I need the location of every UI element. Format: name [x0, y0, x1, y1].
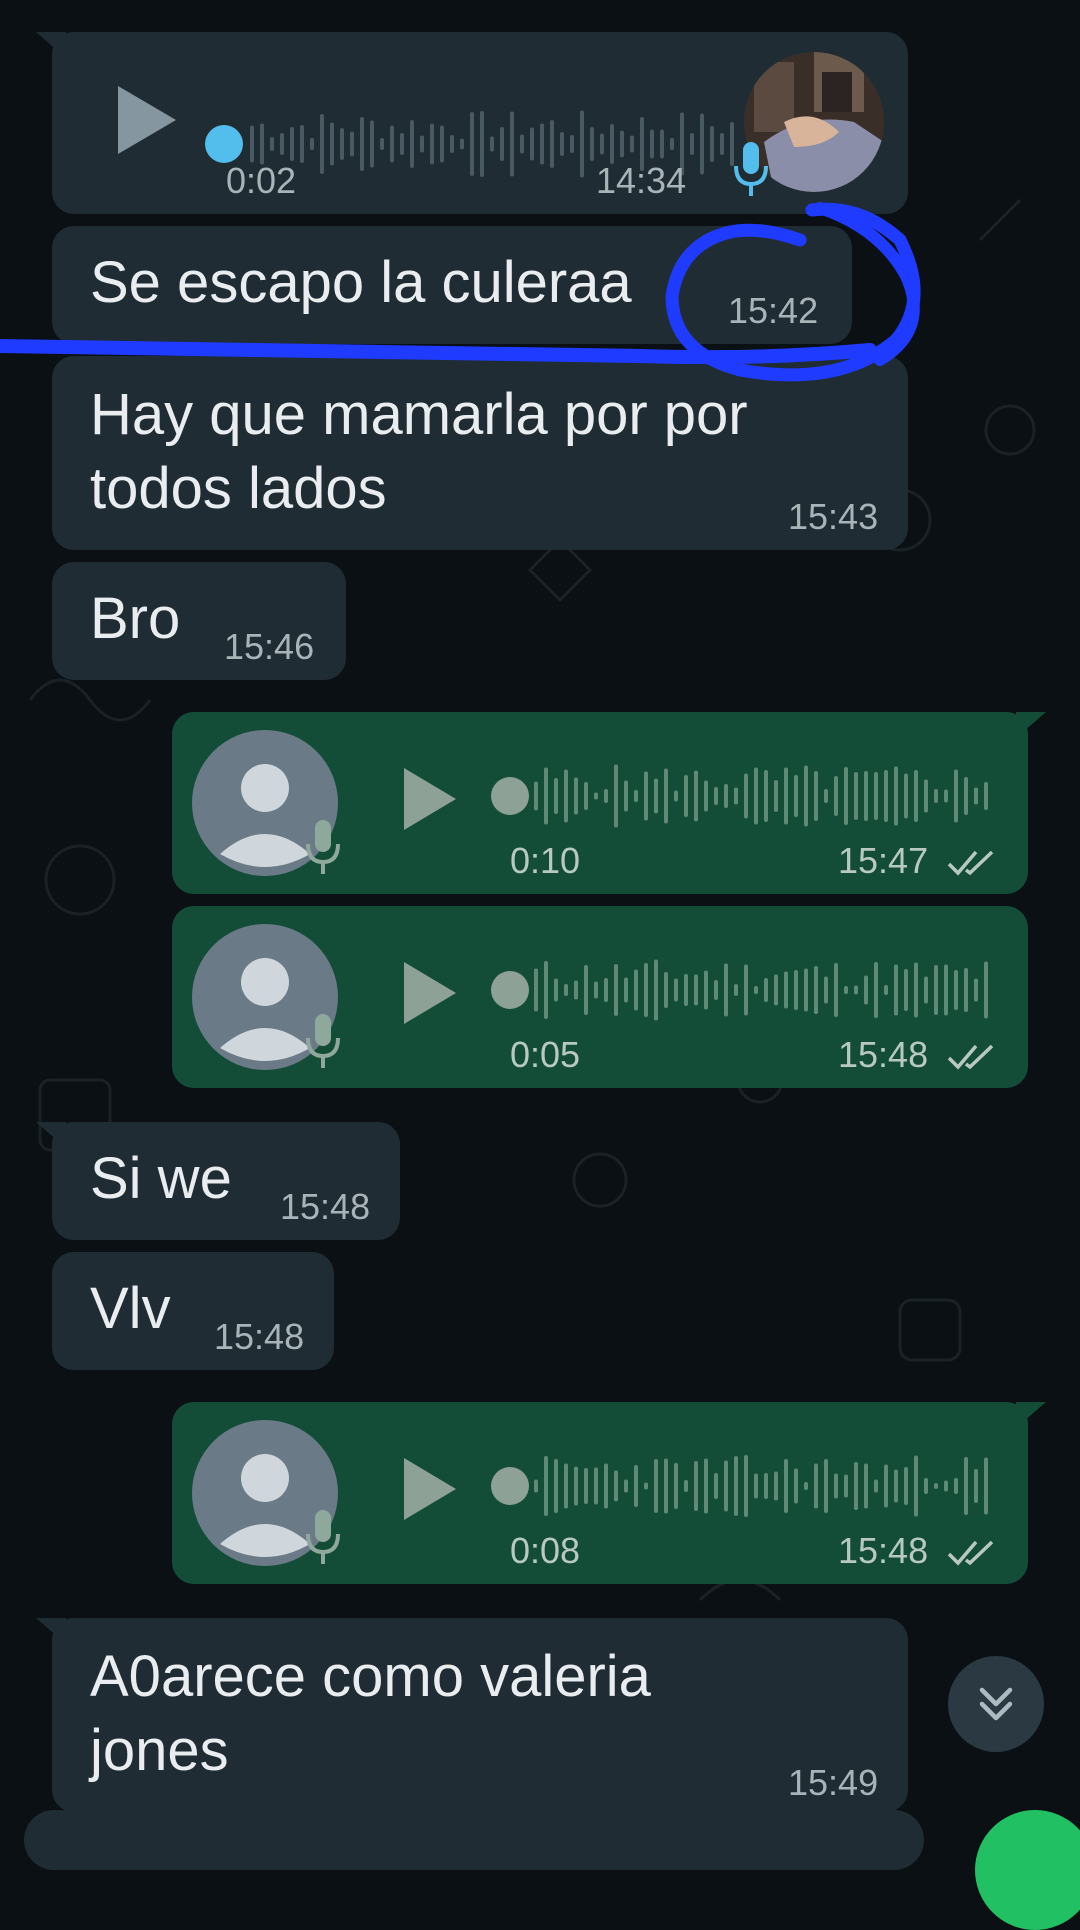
message-text: Si we: [90, 1146, 232, 1211]
message-time: 15:43: [788, 496, 879, 537]
play-icon[interactable]: [112, 80, 182, 160]
message-bubble-voice-outgoing[interactable]: 0:08 15:48: [172, 1402, 1046, 1584]
input-bar[interactable]: [24, 1810, 924, 1870]
message-bubble-text[interactable]: Si we 15:48: [36, 1122, 400, 1240]
message-time: 15:42: [728, 290, 819, 331]
message-time: 15:49: [788, 1762, 879, 1803]
message-bubble-voice-outgoing[interactable]: 0:10 15:47: [172, 712, 1046, 894]
bubble-tail: [36, 32, 66, 58]
voice-duration: 0:02: [226, 160, 297, 201]
message-bubble-text[interactable]: Se escapo la culeraa 15:42: [52, 226, 852, 344]
voice-duration: 0:10: [510, 840, 581, 881]
message-text-line-2: jones: [90, 1718, 229, 1783]
message-bubble-text[interactable]: A0arece como valeria jones 15:49: [36, 1618, 908, 1812]
voice-duration: 0:08: [510, 1530, 581, 1571]
mic-icon: [306, 1014, 340, 1068]
message-time: 15:48: [838, 1034, 929, 1075]
message-text-line-2: todos lados: [90, 456, 387, 521]
double-check-icon: [947, 1044, 994, 1070]
double-check-icon: [947, 850, 994, 876]
message-bubble-text[interactable]: Bro 15:46: [52, 562, 346, 680]
bubble-tail: [36, 1618, 66, 1644]
voice-duration: 0:05: [510, 1034, 581, 1075]
bubble-tail: [36, 1122, 66, 1148]
voice-waveform[interactable]: [490, 756, 1000, 836]
message-bubble-voice[interactable]: 0:02 14:34: [36, 32, 908, 214]
message-time: 15:47: [838, 840, 929, 881]
mic-send-button[interactable]: [975, 1810, 1080, 1930]
bubble-tail: [1016, 1402, 1046, 1428]
double-check-icon: [947, 1540, 994, 1566]
message-text: Bro: [90, 586, 181, 651]
voice-waveform[interactable]: [490, 950, 1000, 1030]
scroll-to-bottom-button[interactable]: [948, 1656, 1044, 1752]
message-time: 15:48: [280, 1186, 371, 1227]
mic-icon: [306, 1510, 340, 1564]
message-time: 14:34: [596, 160, 687, 201]
message-text-line-1: Hay que mamarla por por: [90, 382, 748, 447]
play-icon[interactable]: [398, 1452, 462, 1526]
message-text-line-1: A0arece como valeria: [90, 1644, 651, 1709]
play-icon[interactable]: [398, 956, 462, 1030]
message-text: Vlv: [90, 1276, 171, 1341]
message-time: 15:48: [838, 1530, 929, 1571]
bubble-tail: [1016, 712, 1046, 738]
play-icon[interactable]: [398, 762, 462, 836]
message-text: Se escapo la culeraa: [90, 250, 632, 315]
message-time: 15:46: [224, 626, 315, 667]
message-bubble-text[interactable]: Vlv 15:48: [52, 1252, 334, 1370]
mic-icon: [306, 820, 340, 874]
voice-waveform[interactable]: [490, 1446, 1000, 1526]
message-bubble-voice-outgoing[interactable]: 0:05 15:48: [172, 906, 1028, 1088]
mic-icon: [734, 142, 768, 196]
message-bubble-text[interactable]: Hay que mamarla por por todos lados 15:4…: [52, 356, 908, 550]
chevrons-down-icon: [979, 1687, 1013, 1721]
message-time: 15:48: [214, 1316, 305, 1357]
